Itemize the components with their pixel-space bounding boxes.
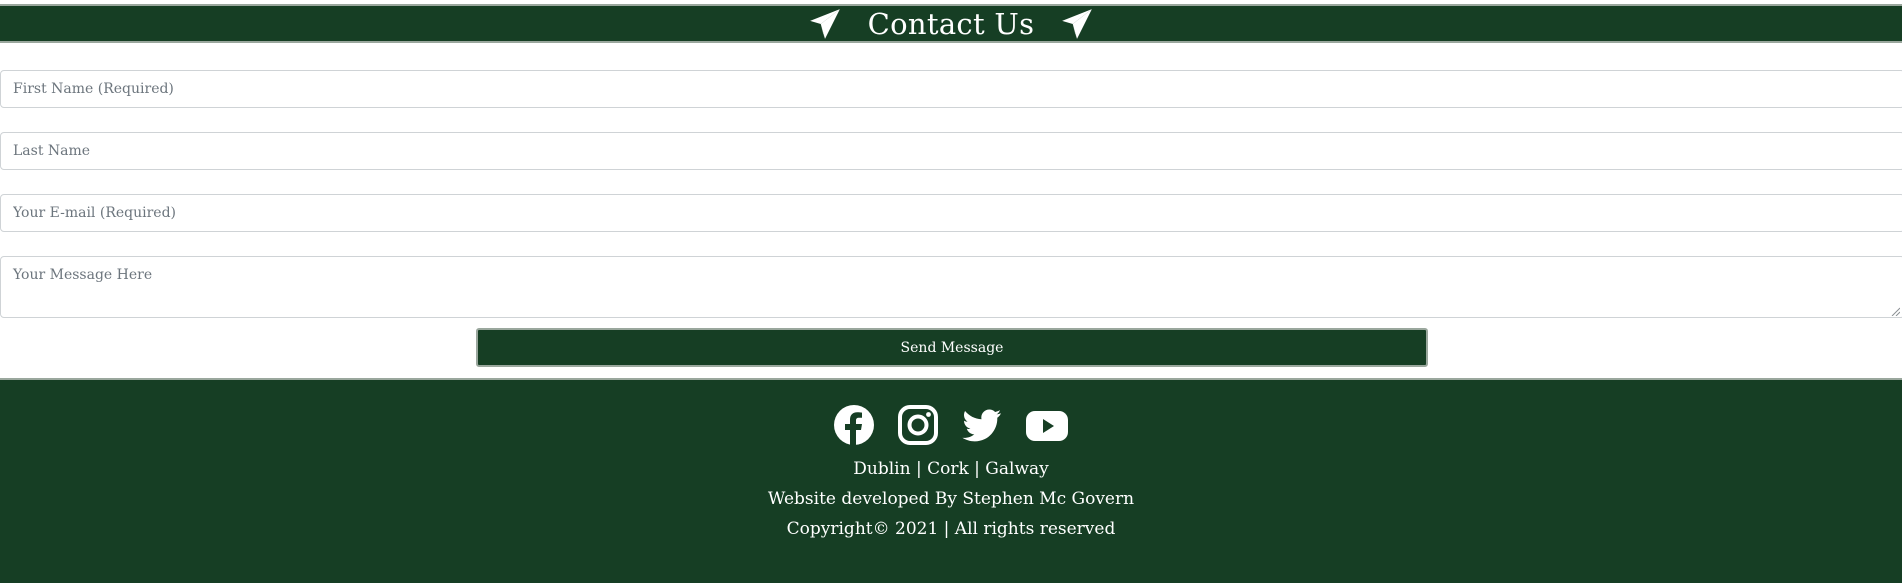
instagram-link[interactable] [897,404,939,446]
facebook-link[interactable] [833,404,875,446]
message-textarea[interactable] [0,256,1902,318]
last-name-input[interactable] [0,132,1902,170]
contact-page: Contact Us Send Message [0,0,1902,583]
email-input[interactable] [0,194,1902,232]
footer-cities: Dublin | Cork | Galway [853,459,1049,479]
send-message-button[interactable]: Send Message [476,328,1428,367]
social-links [0,404,1902,446]
contact-header: Contact Us [0,4,1902,43]
footer-copyright: Copyright© 2021 | All rights reserved [786,519,1116,539]
site-footer: Dublin | Cork | Galway Website developed… [0,378,1902,583]
first-name-input[interactable] [0,70,1902,108]
youtube-icon [1026,411,1068,441]
paper-plane-icon [809,8,840,39]
footer-developer-credit: Website developed By Stephen Mc Govern [767,489,1135,509]
resize-handle-icon[interactable] [1890,306,1900,316]
page-title: Contact Us [867,6,1035,41]
youtube-link[interactable] [1025,404,1069,446]
facebook-icon [834,405,874,445]
instagram-icon [898,405,938,445]
twitter-link[interactable] [961,404,1003,446]
paper-plane-icon [1062,8,1093,39]
twitter-icon [962,409,1001,442]
